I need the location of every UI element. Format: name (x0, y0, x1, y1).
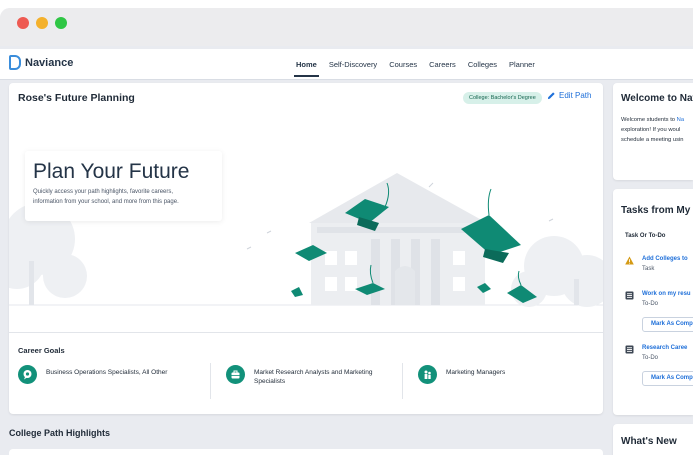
maximize-window-button[interactable] (55, 17, 67, 29)
checklist-icon (625, 345, 634, 354)
welcome-line-3: schedule a meeting usin (621, 137, 684, 143)
college-path-card (9, 449, 603, 455)
goal-separator (402, 363, 403, 399)
people-icon (418, 365, 437, 384)
top-navigation: Naviance Home Self-Discovery Courses Car… (0, 49, 693, 80)
close-window-button[interactable] (17, 17, 29, 29)
task-type: To-Do (642, 355, 659, 361)
card-title: Rose's Future Planning (18, 92, 135, 104)
nav-item-self-discovery[interactable]: Self-Discovery (323, 49, 383, 80)
career-goal-label-line-1: Marketing Managers (446, 369, 506, 376)
task-name[interactable]: Research Caree (642, 345, 687, 351)
nav-item-careers[interactable]: Careers (423, 49, 462, 80)
briefcase-icon (226, 365, 245, 384)
nav-item-courses[interactable]: Courses (383, 49, 423, 80)
tasks-card: Tasks from My S Task Or To-Do Add Colleg… (613, 189, 693, 415)
mark-as-complete-button[interactable]: Mark As Comp (642, 371, 693, 386)
warning-icon (625, 256, 634, 265)
task-item[interactable]: Add Colleges to Task (625, 256, 688, 272)
task-item[interactable]: Research Caree To-Do (625, 345, 687, 361)
task-column-header: Task Or To-Do (625, 233, 666, 239)
nav-item-planner[interactable]: Planner (503, 49, 541, 80)
whats-new-card: What's New (613, 424, 693, 455)
task-item[interactable]: Work on my resu To-Do (625, 291, 691, 307)
naviance-logo[interactable]: Naviance (9, 55, 73, 70)
career-goal-item[interactable]: Marketing Managers (418, 365, 505, 384)
degree-badge: College: Bachelor's Degree (463, 92, 542, 104)
edit-path-label: Edit Path (559, 91, 592, 100)
welcome-card: Welcome to Nav Welcome students to Na ex… (613, 83, 693, 180)
window-titlebar (0, 8, 693, 46)
nav-menu: Home Self-Discovery Courses Careers Coll… (290, 49, 541, 80)
chat-bubble-icon (18, 365, 37, 384)
college-path-highlights-title: College Path Highlights (9, 428, 111, 438)
career-goal-label-line-1: Business Operations Specialists, All Oth… (46, 369, 168, 376)
task-type: To-Do (642, 301, 659, 307)
welcome-line-1: Welcome students to Na (621, 115, 684, 125)
task-details: Research Caree To-Do (642, 345, 687, 361)
tasks-title: Tasks from My S (621, 205, 693, 216)
career-goal-label: Market Research Analysts and Marketing S… (254, 365, 373, 386)
career-goal-item[interactable]: Market Research Analysts and Marketing S… (226, 365, 373, 386)
mark-as-complete-button[interactable]: Mark As Comp (642, 317, 693, 332)
edit-path-link[interactable]: Edit Path (547, 91, 591, 100)
pencil-icon (547, 92, 555, 100)
naviance-link[interactable]: Na (677, 117, 684, 123)
whats-new-title: What's New (621, 436, 677, 447)
hero-subtitle-line-2: information from your school, and more f… (33, 199, 179, 205)
career-goal-item[interactable]: Business Operations Specialists, All Oth… (18, 365, 167, 384)
task-type: Task (642, 266, 655, 272)
task-name[interactable]: Work on my resu (642, 291, 691, 297)
hero-subtitle-line-1: Quickly access your path highlights, fav… (33, 189, 174, 195)
career-goal-label: Marketing Managers (446, 365, 505, 377)
career-goal-label-line-2: Specialists (254, 378, 286, 385)
nav-item-colleges[interactable]: Colleges (462, 49, 503, 80)
browser-window: Naviance Home Self-Discovery Courses Car… (0, 8, 693, 455)
hero-subtitle: Quickly access your path highlights, fav… (33, 187, 214, 207)
logo-text: Naviance (25, 56, 74, 69)
graduation-illustration (9, 173, 603, 307)
career-goals-title: Career Goals (18, 346, 65, 355)
task-name[interactable]: Add Colleges to (642, 256, 688, 262)
welcome-message: Welcome students to Na exploration! If y… (621, 115, 684, 145)
task-details: Work on my resu To-Do (642, 291, 691, 307)
welcome-title: Welcome to Nav (621, 93, 693, 104)
divider (9, 332, 603, 333)
career-goal-label: Business Operations Specialists, All Oth… (46, 365, 167, 377)
minimize-window-button[interactable] (36, 17, 48, 29)
checklist-icon (625, 291, 634, 300)
task-details: Add Colleges to Task (642, 256, 688, 272)
future-planning-card: Rose's Future Planning College: Bachelor… (9, 83, 603, 414)
nav-item-home[interactable]: Home (290, 49, 323, 80)
plan-your-future-panel: Plan Your Future Quickly access your pat… (25, 151, 222, 221)
goal-separator (210, 363, 211, 399)
welcome-line-2: exploration! If you woul (621, 127, 681, 133)
career-goal-label-line-1: Market Research Analysts and Marketing (254, 369, 373, 376)
hero-illustration: Plan Your Future Quickly access your pat… (9, 111, 603, 333)
welcome-line-1-text: Welcome students to (621, 117, 677, 123)
naviance-logo-icon (9, 55, 21, 70)
hero-title: Plan Your Future (33, 160, 190, 183)
